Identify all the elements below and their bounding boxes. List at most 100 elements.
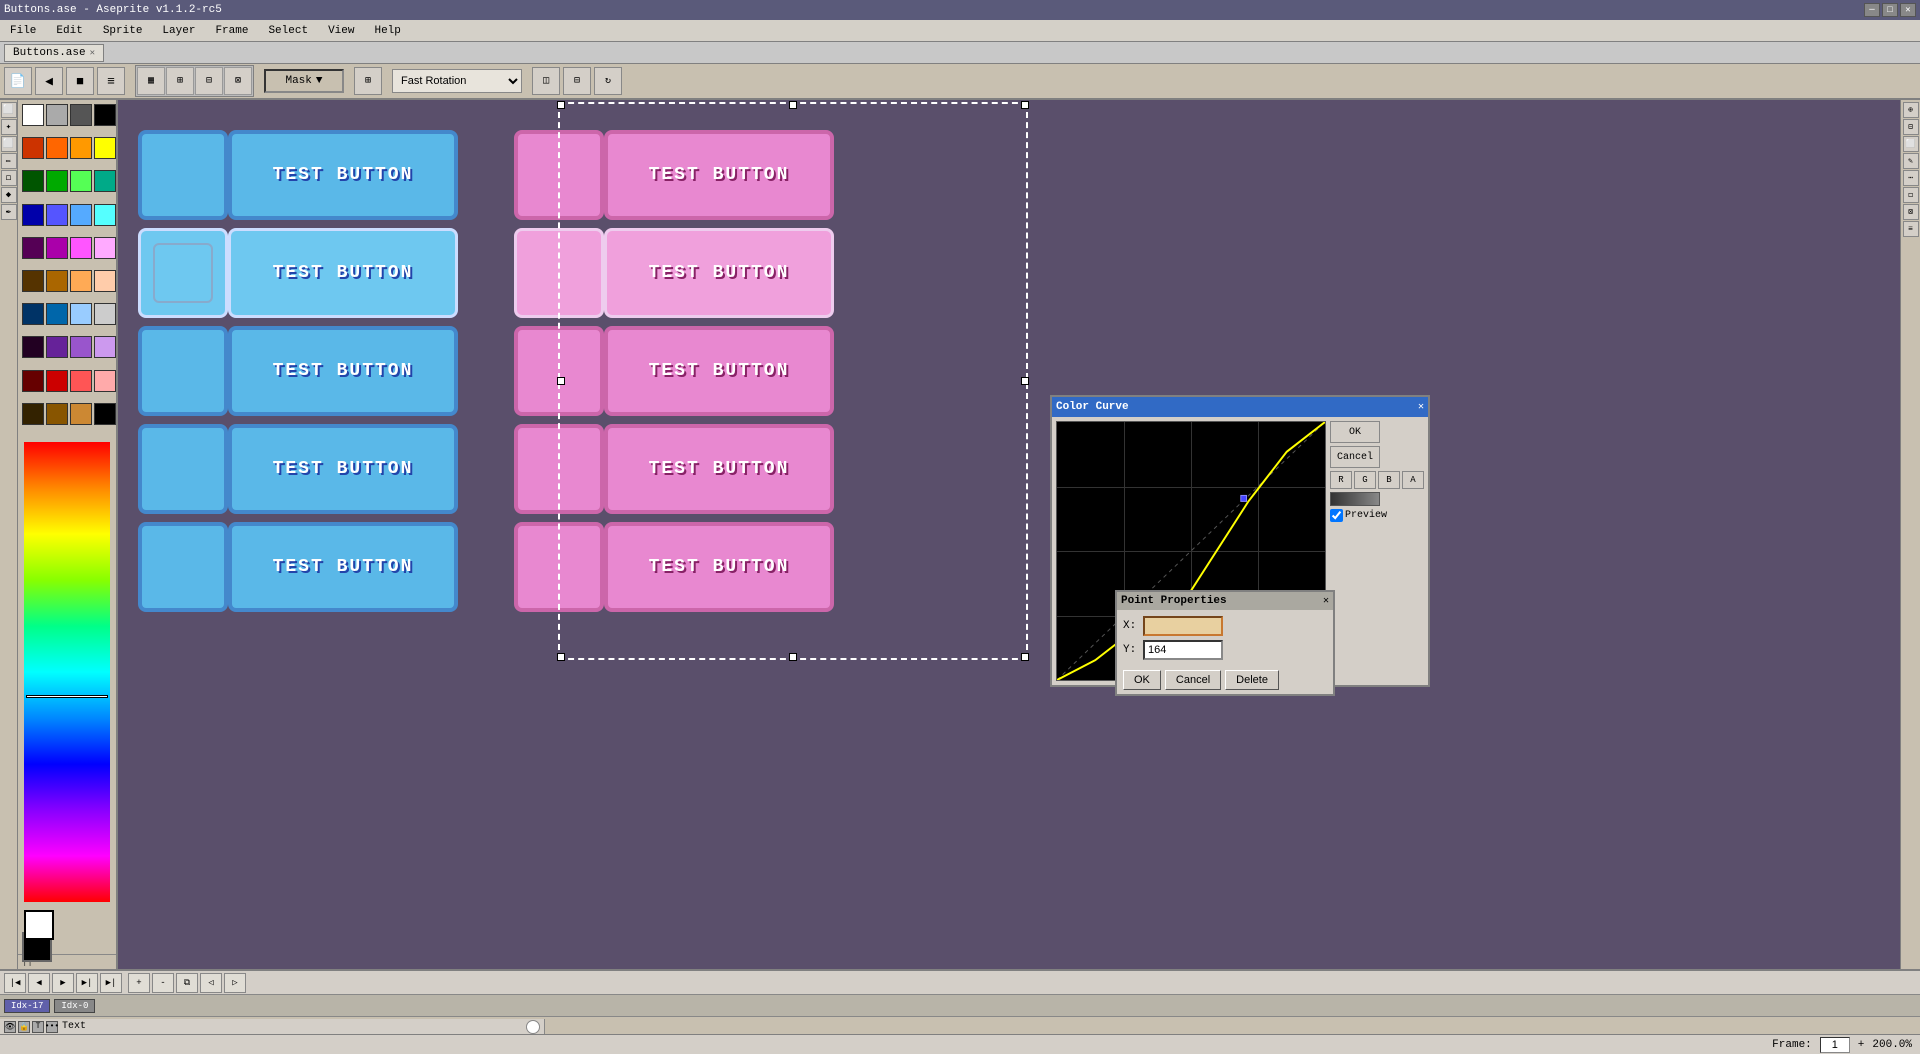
- tool-marquee[interactable]: ⬜: [1, 102, 17, 118]
- track-text-visibility[interactable]: 👁: [4, 1021, 16, 1033]
- menu-help[interactable]: Help: [368, 23, 406, 39]
- swatch-dred[interactable]: [22, 370, 44, 392]
- point-props-close-icon[interactable]: ✕: [1323, 595, 1329, 607]
- swatch-lbrown[interactable]: [70, 270, 92, 292]
- right-tool-4[interactable]: ✎: [1903, 153, 1919, 169]
- menu-layer[interactable]: Layer: [156, 23, 201, 39]
- swatch-dgreen[interactable]: [22, 170, 44, 192]
- flip-h-button[interactable]: ◫: [532, 67, 560, 95]
- swatch-white[interactable]: [22, 104, 44, 126]
- right-tool-2[interactable]: ⊟: [1903, 119, 1919, 135]
- timeline-first-frame[interactable]: |◀: [4, 973, 26, 993]
- swatch-lorange[interactable]: [70, 137, 92, 159]
- menu-frame[interactable]: Frame: [209, 23, 254, 39]
- timeline-play[interactable]: ▶: [52, 973, 74, 993]
- timeline-last-frame[interactable]: ▶|: [100, 973, 122, 993]
- swatch-mpurple[interactable]: [46, 336, 68, 358]
- swatch-slblue[interactable]: [70, 303, 92, 325]
- channel-a-button[interactable]: A: [1402, 471, 1424, 489]
- swatch-lgray[interactable]: [46, 104, 68, 126]
- file-tab[interactable]: Buttons.ase ✕: [4, 44, 104, 62]
- swatch-magenta[interactable]: [46, 237, 68, 259]
- close-button[interactable]: ✕: [1900, 3, 1916, 17]
- swatch-purple[interactable]: [22, 237, 44, 259]
- swatch-mblue[interactable]: [46, 204, 68, 226]
- selection-handle-top-left[interactable]: [557, 101, 565, 109]
- swatch-mblue2[interactable]: [46, 303, 68, 325]
- swatch-pink[interactable]: [70, 237, 92, 259]
- timeline-prev-frame[interactable]: ◀: [28, 973, 50, 993]
- flip-v-button[interactable]: ⊟: [563, 67, 591, 95]
- tool-lasso[interactable]: ⬜: [1, 136, 17, 152]
- swatch-lbrown2[interactable]: [70, 403, 92, 425]
- transform-btn3[interactable]: ⊟: [195, 67, 223, 95]
- grid-button[interactable]: ⊞: [354, 67, 382, 95]
- right-tool-8[interactable]: ≡: [1903, 221, 1919, 237]
- timeline-delete-frame[interactable]: -: [152, 973, 174, 993]
- swatch-teal[interactable]: [94, 170, 116, 192]
- curve-cancel-button[interactable]: Cancel: [1330, 446, 1380, 468]
- foreground-color-box[interactable]: [24, 910, 54, 940]
- swatch-vlred[interactable]: [94, 370, 116, 392]
- swatch-mbrown2[interactable]: [46, 403, 68, 425]
- swatch-yellow[interactable]: [94, 137, 116, 159]
- swatch-red[interactable]: [22, 137, 44, 159]
- minimize-button[interactable]: ─: [1864, 3, 1880, 17]
- y-input[interactable]: [1143, 640, 1223, 660]
- timeline-add-frame[interactable]: +: [128, 973, 150, 993]
- color-gradient[interactable]: [24, 442, 110, 902]
- menu-sprite[interactable]: Sprite: [97, 23, 149, 39]
- point-ok-button[interactable]: OK: [1123, 670, 1161, 690]
- track-text-lock[interactable]: 🔒: [18, 1021, 30, 1033]
- tool-move[interactable]: ✦: [1, 119, 17, 135]
- transform-btn2[interactable]: ⊞: [166, 67, 194, 95]
- swatch-tan[interactable]: [94, 270, 116, 292]
- swatch-dblue2[interactable]: [22, 303, 44, 325]
- x-input[interactable]: [1143, 616, 1223, 636]
- color-curve-title-bar[interactable]: Color Curve ✕: [1052, 397, 1428, 417]
- right-tool-1[interactable]: ⊕: [1903, 102, 1919, 118]
- color-curve-close-icon[interactable]: ✕: [1418, 401, 1424, 413]
- point-delete-button[interactable]: Delete: [1225, 670, 1279, 690]
- title-bar-buttons[interactable]: ─ □ ✕: [1864, 3, 1916, 17]
- mask-button[interactable]: Mask ▼: [264, 69, 344, 93]
- right-tool-5[interactable]: ⋯: [1903, 170, 1919, 186]
- swatch-black[interactable]: [94, 104, 116, 126]
- point-cancel-button[interactable]: Cancel: [1165, 670, 1221, 690]
- swatch-mbrown[interactable]: [46, 270, 68, 292]
- swatch-vlpurple[interactable]: [94, 336, 116, 358]
- tool-eyedrop[interactable]: ✒: [1, 204, 17, 220]
- menu-select[interactable]: Select: [262, 23, 314, 39]
- channel-g-button[interactable]: G: [1354, 471, 1376, 489]
- swatch-brown[interactable]: [22, 270, 44, 292]
- tool-fill[interactable]: ◆: [1, 187, 17, 203]
- transform-btn1[interactable]: ▦: [137, 67, 165, 95]
- maximize-button[interactable]: □: [1882, 3, 1898, 17]
- preview-checkbox[interactable]: [1330, 509, 1343, 522]
- swatch-dgray[interactable]: [70, 104, 92, 126]
- canvas-area[interactable]: TEST BUTTON TEST BUTTON TEST BUTTON: [118, 100, 1900, 969]
- menu-button[interactable]: ≡: [97, 67, 125, 95]
- timeline-move-left[interactable]: ◁: [200, 973, 222, 993]
- stop-button[interactable]: ■: [66, 67, 94, 95]
- menu-view[interactable]: View: [322, 23, 360, 39]
- channel-b-button[interactable]: B: [1378, 471, 1400, 489]
- track-text-type[interactable]: T: [32, 1021, 44, 1033]
- channel-r-button[interactable]: R: [1330, 471, 1352, 489]
- swatch-lred[interactable]: [70, 370, 92, 392]
- swatch-mred[interactable]: [46, 370, 68, 392]
- swatch-lpurple[interactable]: [70, 336, 92, 358]
- swatch-lgray2[interactable]: [94, 303, 116, 325]
- new-file-button[interactable]: 📄: [4, 67, 32, 95]
- swatch-dpurple[interactable]: [22, 336, 44, 358]
- tool-eraser[interactable]: ◻: [1, 170, 17, 186]
- transform-btn4[interactable]: ⊠: [224, 67, 252, 95]
- tab-close-icon[interactable]: ✕: [90, 48, 95, 58]
- timeline-move-right[interactable]: ▷: [224, 973, 246, 993]
- menu-file[interactable]: File: [4, 23, 42, 39]
- tool-pencil[interactable]: ✏: [1, 153, 17, 169]
- swatch-cyan[interactable]: [94, 204, 116, 226]
- swatch-dbrown2[interactable]: [22, 403, 44, 425]
- swatch-lgreen[interactable]: [70, 170, 92, 192]
- right-tool-7[interactable]: ⊠: [1903, 204, 1919, 220]
